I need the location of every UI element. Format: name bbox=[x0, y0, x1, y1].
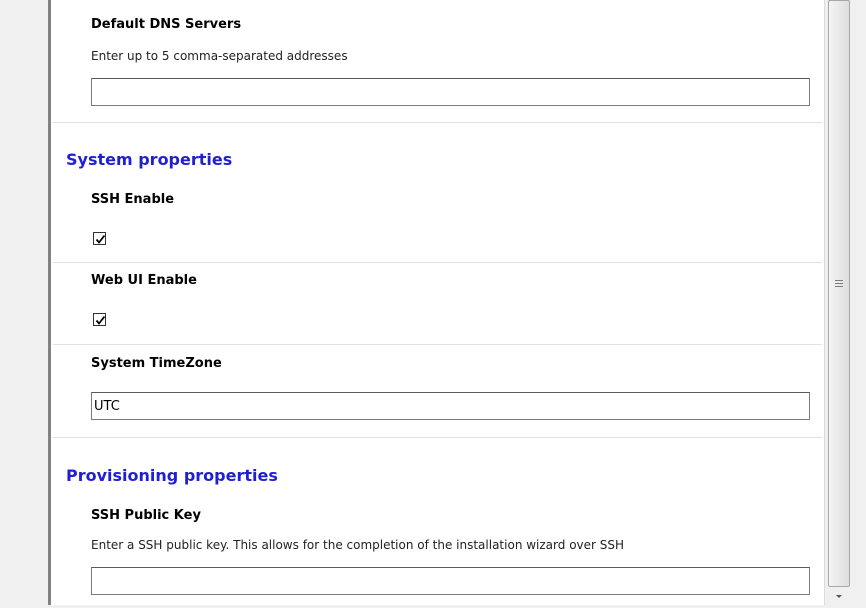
dns-servers-label: Default DNS Servers bbox=[91, 17, 242, 32]
window-right-margin bbox=[853, 0, 866, 605]
provisioning-properties-heading: Provisioning properties bbox=[66, 466, 278, 485]
ssh-enable-section: SSH Enable bbox=[91, 180, 814, 262]
web-ui-enable-label: Web UI Enable bbox=[91, 273, 197, 288]
scrollbar-thumb[interactable] bbox=[828, 0, 850, 587]
ssh-public-key-label: SSH Public Key bbox=[91, 508, 201, 523]
ssh-enable-checkbox[interactable] bbox=[93, 232, 106, 245]
arrow-down-icon bbox=[836, 595, 842, 598]
timezone-input[interactable] bbox=[91, 392, 810, 420]
web-ui-enable-section: Web UI Enable bbox=[91, 262, 814, 344]
dns-servers-description: Enter up to 5 comma-separated addresses bbox=[91, 49, 348, 63]
timezone-label: System TimeZone bbox=[91, 356, 222, 371]
checkmark-icon bbox=[95, 234, 106, 244]
web-ui-enable-checkbox[interactable] bbox=[93, 313, 106, 326]
scroll-down-button[interactable] bbox=[828, 588, 850, 605]
window-margin bbox=[0, 0, 48, 605]
ssh-public-key-input[interactable] bbox=[91, 567, 810, 595]
properties-panel: Default DNS Servers Enter up to 5 comma-… bbox=[51, 0, 824, 605]
ssh-public-key-description: Enter a SSH public key. This allows for … bbox=[91, 538, 625, 552]
dns-servers-input[interactable] bbox=[91, 78, 810, 106]
system-properties-heading: System properties bbox=[66, 150, 233, 169]
ssh-public-key-section: SSH Public Key Enter a SSH public key. T… bbox=[91, 498, 814, 605]
checkmark-icon bbox=[95, 315, 106, 325]
divider bbox=[53, 437, 822, 438]
vertical-scrollbar[interactable] bbox=[824, 0, 853, 605]
scrollbar-grip-icon bbox=[835, 280, 843, 289]
timezone-section: System TimeZone bbox=[91, 344, 814, 436]
divider bbox=[53, 122, 822, 123]
ssh-enable-label: SSH Enable bbox=[91, 192, 175, 207]
dns-servers-section: Default DNS Servers Enter up to 5 comma-… bbox=[91, 0, 814, 120]
